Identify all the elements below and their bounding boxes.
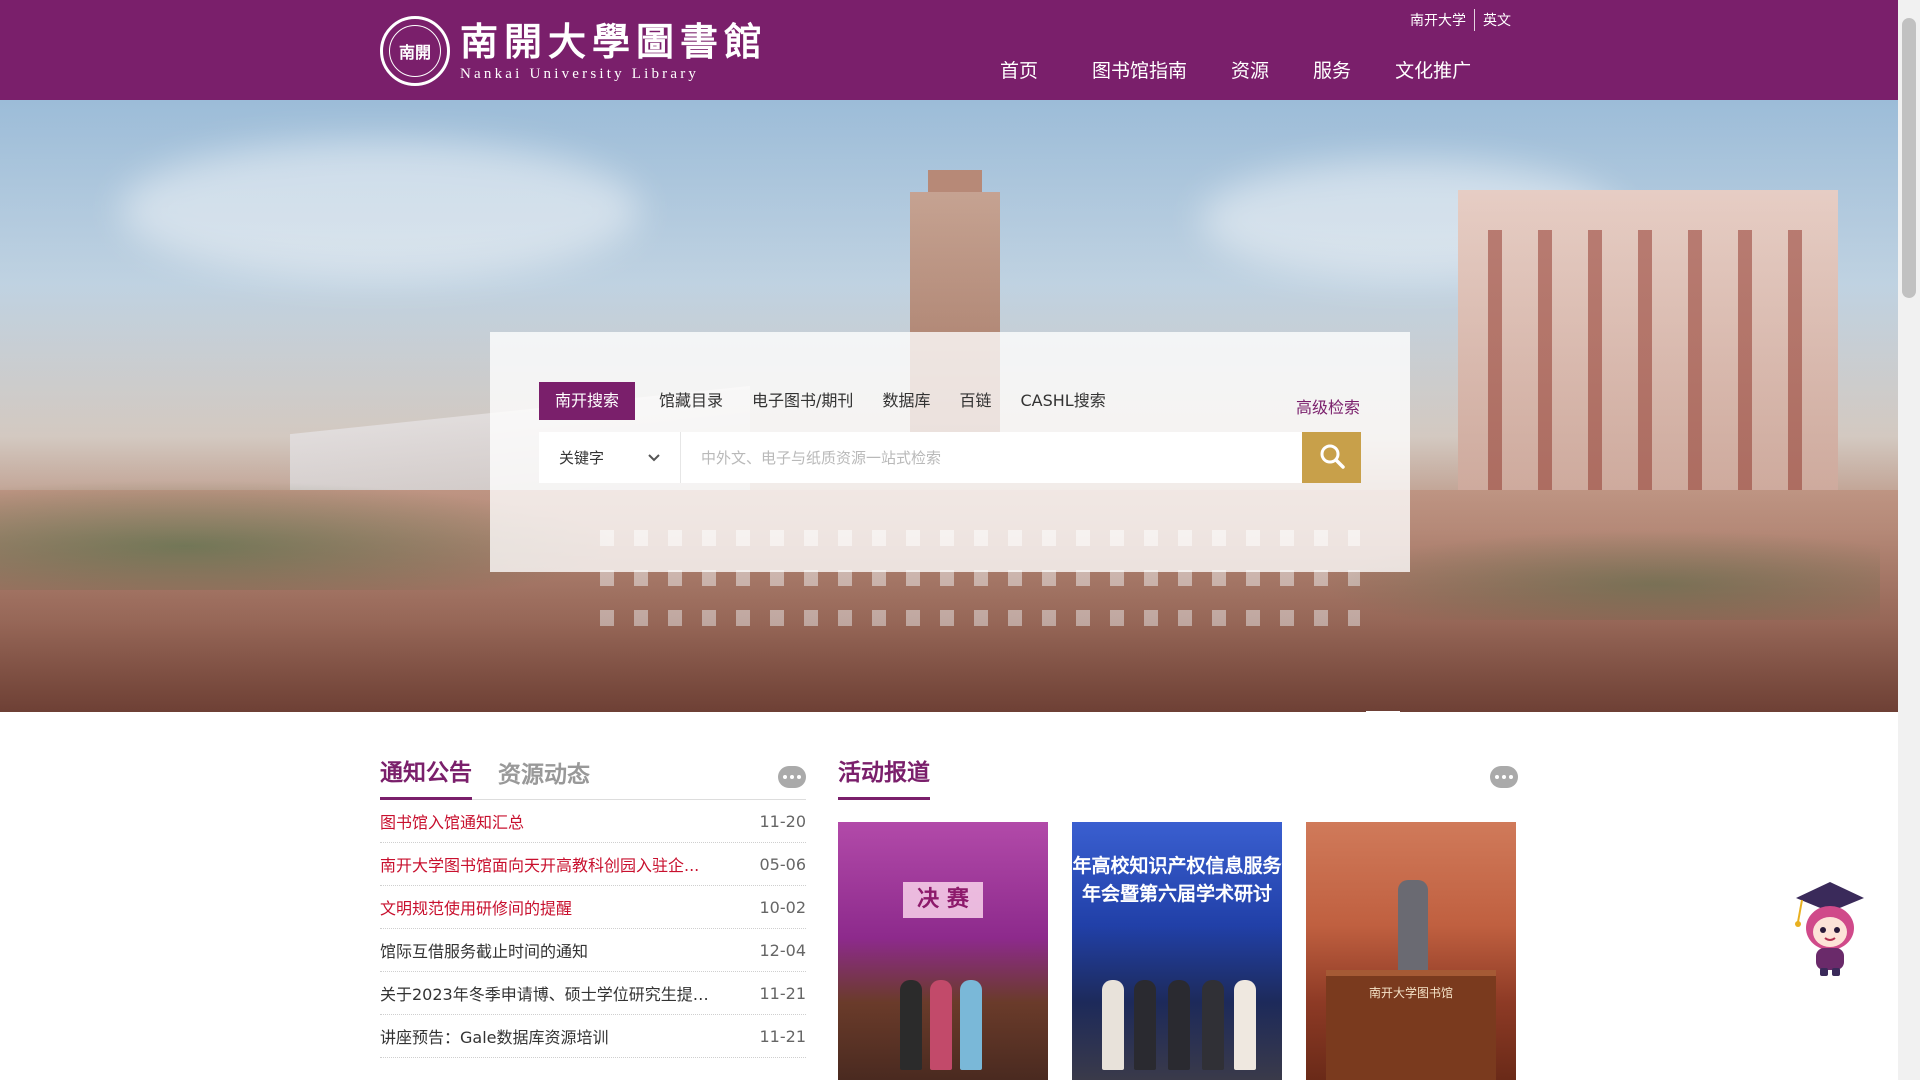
photo-caption: 南开大学图书馆 [1368, 986, 1453, 1000]
news-item[interactable]: 关于2023年冬季申请博、硕士学位研究生提交... 11-21 [380, 972, 806, 1015]
news-item[interactable]: 文明规范使用研修间的提醒 10-02 [380, 886, 806, 929]
news-date: 05-06 [759, 854, 807, 874]
bookmark-icon [415, 708, 451, 712]
logo-chinese-name: 南開大學圖書館 [460, 18, 769, 64]
nankai-university-link[interactable]: 南开大学 [1410, 10, 1466, 30]
university-seal-icon: 南開 [380, 16, 450, 86]
nav-culture[interactable]: 文化推广 [1395, 56, 1471, 83]
news-title[interactable]: 关于2023年冬季申请博、硕士学位研究生提交... [380, 981, 720, 1005]
chat-bubbles-icon [1460, 708, 1496, 712]
english-link[interactable]: 英文 [1483, 10, 1511, 30]
news-title[interactable]: 南开大学图书馆面向天开高教科创园入驻企... [380, 852, 699, 876]
tab-cashl-search[interactable]: CASHL搜索 [1020, 382, 1105, 420]
books-icon [510, 708, 546, 712]
mascot-icon[interactable] [1790, 880, 1870, 980]
nav-guide[interactable]: 图书馆指南 [1092, 56, 1187, 83]
podium: 南开大学图书馆 [1326, 970, 1496, 1080]
search-input[interactable] [681, 432, 1302, 483]
documents-icon [795, 708, 831, 712]
quicklink-item[interactable]: 咨询互动 [1430, 708, 1525, 712]
quicklink-item[interactable]: 电子资源推荐 [575, 708, 670, 712]
news-list: 图书馆入馆通知汇总 11-20 南开大学图书馆面向天开高教科创园入驻企... 05-0… [380, 800, 806, 1058]
search-field-select[interactable]: 关键字 [539, 432, 681, 483]
quicklink-item[interactable]: 新生专栏 [1050, 708, 1145, 712]
news-title[interactable]: 讲座预告：Gale数据库资源培训 [380, 1024, 609, 1048]
library-logo[interactable]: 南開 南開大學圖書館 Nankai University Library [380, 16, 768, 86]
search-button[interactable] [1302, 432, 1361, 483]
events-header: 活动报道 [838, 756, 1518, 800]
quicklink-item[interactable]: 空间预约 [1145, 708, 1240, 712]
site-header: 南開 南開大學圖書館 Nankai University Library 南开大… [0, 0, 1898, 100]
book-icon [700, 708, 736, 712]
news-item[interactable]: 讲座预告：Gale数据库资源培训 11-21 [380, 1015, 806, 1058]
tiankai-logo-icon [1365, 708, 1401, 712]
news-date: 11-21 [759, 983, 807, 1003]
logo-english-name: Nankai University Library [460, 65, 700, 82]
event-photo[interactable]: 决 赛 [838, 822, 1048, 1080]
news-title[interactable]: 馆际互借服务截止时间的通知 [380, 938, 588, 962]
news-item[interactable]: 南开大学图书馆面向天开高教科创园入驻企... 05-06 [380, 843, 806, 886]
tab-databases[interactable]: 数据库 [882, 382, 930, 420]
search-tabs: 南开搜索 馆藏目录 电子图书/期刊 数据库 百链 CASHL搜索 [539, 382, 1135, 420]
quicklink-item[interactable]: 书刊捐赠 [955, 708, 1050, 712]
hero-banner: 南开搜索 馆藏目录 电子图书/期刊 数据库 百链 CASHL搜索 高级检索 关键… [0, 100, 1898, 712]
quicklink-item[interactable]: 新书通报 [670, 708, 765, 712]
users-icon [605, 708, 641, 712]
events-panel: 活动报道 决 赛 年高校知识产权信息服务 年会暨第六届学术研讨 南开大学图书馆 [838, 756, 1518, 1080]
photo-caption: 决 赛 [903, 882, 983, 918]
folder-icon [1080, 708, 1116, 712]
nav-home[interactable]: 首页 [1000, 56, 1038, 83]
quicklink-item[interactable]: 论文提交 [860, 708, 955, 712]
event-photo[interactable]: 南开大学图书馆 [1306, 822, 1516, 1080]
quicklink-item[interactable]: 读者荐购 [480, 708, 575, 712]
divider [1474, 9, 1475, 31]
tab-notices[interactable]: 通知公告 [380, 753, 472, 800]
quicklink-item[interactable]: 天开园专栏 [1335, 708, 1430, 712]
news-date: 12-04 [759, 940, 807, 960]
tab-bailian[interactable]: 百链 [959, 382, 991, 420]
tab-catalog[interactable]: 馆藏目录 [659, 382, 723, 420]
film-reel-icon [1270, 708, 1306, 712]
news-title[interactable]: 图书馆入馆通知汇总 [380, 809, 524, 833]
news-panel: 通知公告 资源动态 图书馆入馆通知汇总 11-20 南开大学图书馆面向天开高教科创园… [380, 756, 806, 1058]
more-dots-icon[interactable] [1490, 766, 1518, 788]
news-item[interactable]: 馆际互借服务截止时间的通知 12-04 [380, 929, 806, 972]
search-bar: 关键字 [539, 432, 1361, 483]
nav-services[interactable]: 服务 [1313, 56, 1351, 83]
main-nav: 首页 图书馆指南 资源 服务 文化推广 [1000, 56, 1515, 83]
quicklink-item[interactable]: 影音空间 [1240, 708, 1335, 712]
photo-caption: 年高校知识产权信息服务 年会暨第六届学术研讨 [1072, 855, 1282, 905]
tab-resource-updates[interactable]: 资源动态 [498, 755, 590, 799]
tab-ebooks-journals[interactable]: 电子图书/期刊 [752, 382, 853, 420]
advanced-search-link[interactable]: 高级检索 [1296, 394, 1360, 418]
quicklink-item[interactable]: 馆际互借 [765, 708, 860, 712]
search-panel: 南开搜索 馆藏目录 电子图书/期刊 数据库 百链 CASHL搜索 高级检索 关键… [490, 332, 1410, 572]
news-item[interactable]: 图书馆入馆通知汇总 11-20 [380, 800, 806, 843]
search-icon [1319, 443, 1345, 473]
news-date: 11-20 [759, 811, 807, 831]
quicklink-item[interactable]: 我的图书馆 [385, 708, 480, 712]
event-photos: 决 赛 年高校知识产权信息服务 年会暨第六届学术研讨 南开大学图书馆 [838, 822, 1540, 1080]
scrollbar[interactable] [1898, 0, 1920, 1080]
open-book-upload-icon [890, 708, 926, 712]
news-title[interactable]: 文明规范使用研修间的提醒 [380, 895, 572, 919]
quick-links: 我的图书馆读者荐购电子资源推荐新书通报馆际互借论文提交书刊捐赠新生专栏空间预约影… [385, 708, 1525, 712]
scrollbar-thumb[interactable] [1902, 18, 1916, 298]
nav-resources[interactable]: 资源 [1231, 56, 1269, 83]
search-field-value: 关键字 [559, 449, 605, 467]
news-tabs: 通知公告 资源动态 [380, 756, 806, 800]
top-links: 南开大学 英文 [1410, 9, 1511, 31]
more-dots-icon[interactable] [778, 766, 806, 788]
globe-icon [1175, 708, 1211, 712]
chevron-down-icon [648, 451, 660, 465]
tab-nankai-search[interactable]: 南开搜索 [539, 382, 636, 420]
news-date: 10-02 [759, 897, 807, 917]
news-date: 11-21 [759, 1026, 807, 1046]
events-title[interactable]: 活动报道 [838, 753, 930, 800]
event-photo[interactable]: 年高校知识产权信息服务 年会暨第六届学术研讨 [1072, 822, 1282, 1080]
graduation-cap-icon [985, 708, 1021, 712]
